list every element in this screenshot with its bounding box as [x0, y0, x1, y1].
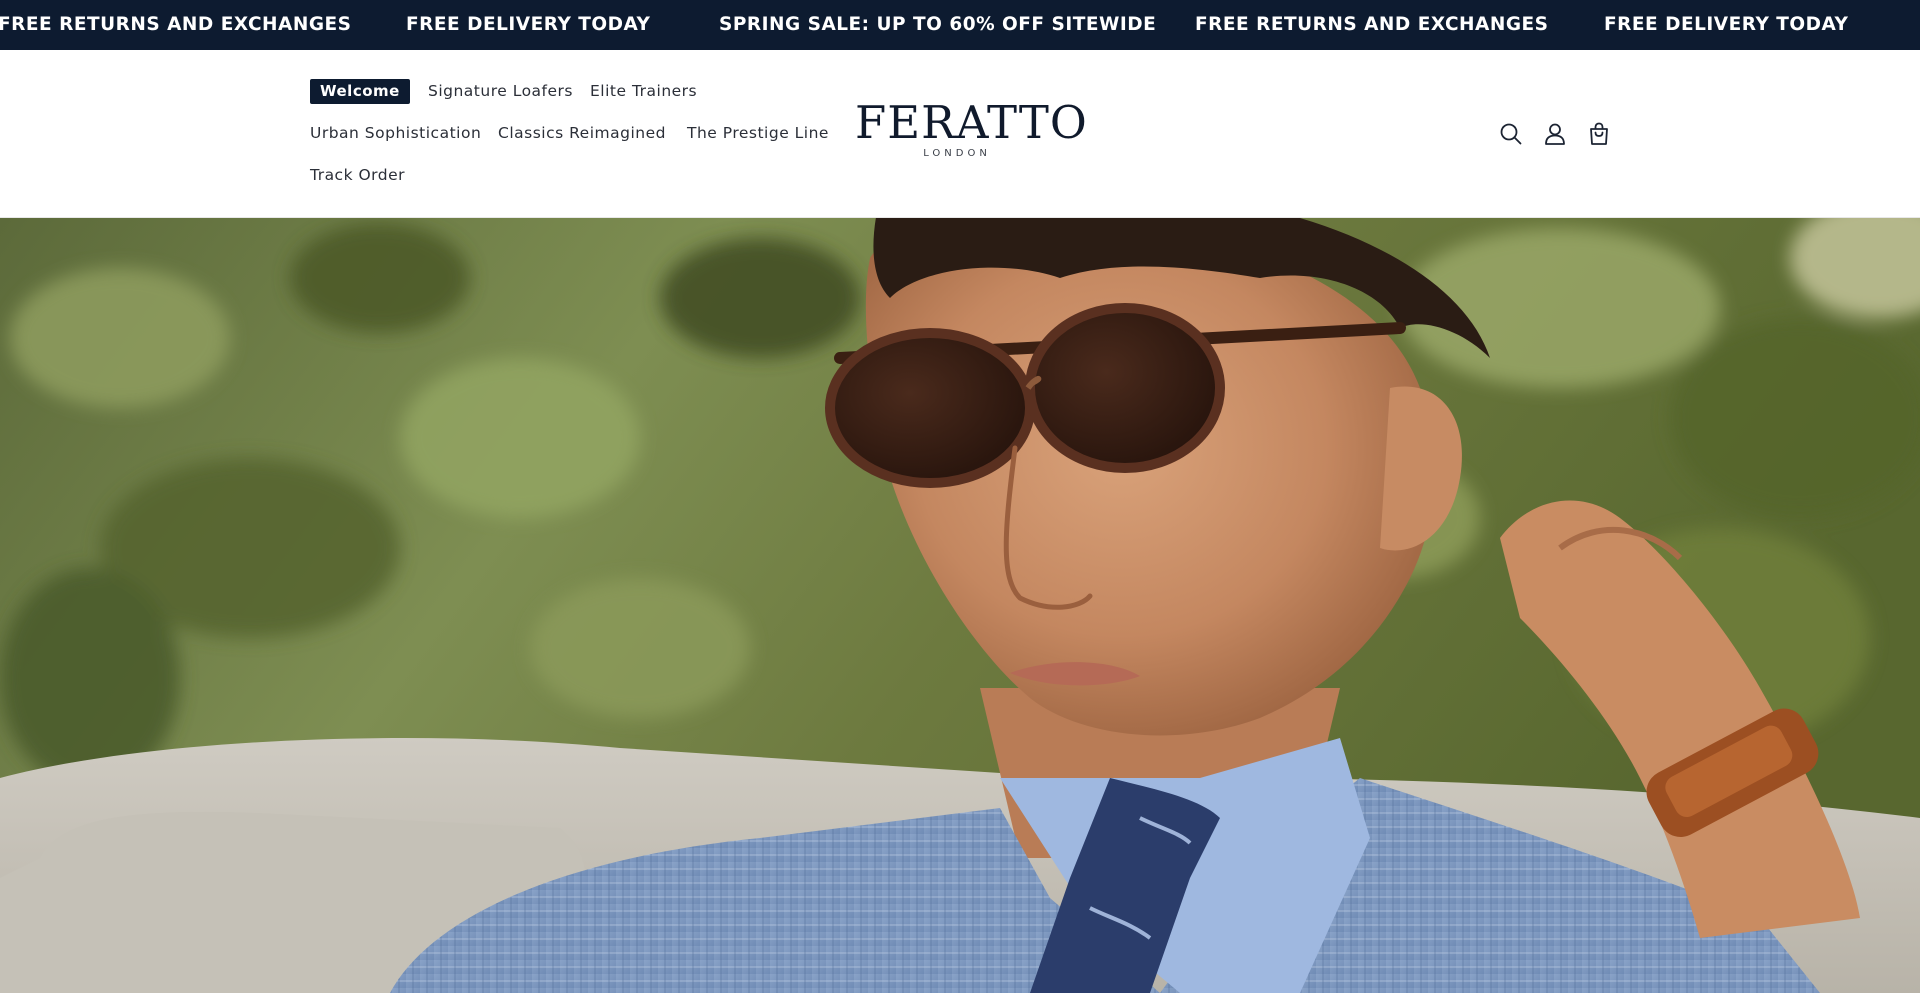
nav-item-prestige-line[interactable]: The Prestige Line: [687, 120, 829, 146]
brand-logo[interactable]: FERATTO LONDON: [855, 96, 1088, 170]
search-icon[interactable]: [1497, 120, 1525, 148]
announcement-item: SPRING SALE: UP TO 60% OFF SITEWIDE: [719, 14, 1157, 35]
announcement-item: FREE DELIVERY TODAY: [406, 14, 651, 35]
nav-item-track-order[interactable]: Track Order: [310, 162, 405, 188]
announcement-item: FREE DELIVERY TODAY: [1604, 14, 1849, 35]
hero-banner[interactable]: [0, 218, 1920, 993]
announcement-bar: FREE RETURNS AND EXCHANGES FREE DELIVERY…: [0, 0, 1920, 50]
cart-icon[interactable]: [1585, 120, 1613, 148]
account-icon[interactable]: [1541, 120, 1569, 148]
nav-item-welcome[interactable]: Welcome: [310, 79, 410, 104]
nav-item-signature-loafers[interactable]: Signature Loafers: [428, 78, 573, 104]
site-header: Welcome Signature Loafers Elite Trainers…: [0, 50, 1920, 218]
announcement-item: FREE RETURNS AND EXCHANGES: [0, 14, 352, 35]
announcement-item: FREE RETURNS AND EXCHANGES: [1195, 14, 1549, 35]
hero-image: [0, 218, 1920, 993]
logo-wordmark: FERATTO: [855, 96, 1088, 149]
nav-item-urban-sophistication[interactable]: Urban Sophistication: [310, 120, 481, 146]
nav-item-classics-reimagined[interactable]: Classics Reimagined: [498, 120, 666, 146]
logo-subtitle: LONDON: [923, 148, 991, 159]
nav-item-elite-trainers[interactable]: Elite Trainers: [590, 78, 697, 104]
